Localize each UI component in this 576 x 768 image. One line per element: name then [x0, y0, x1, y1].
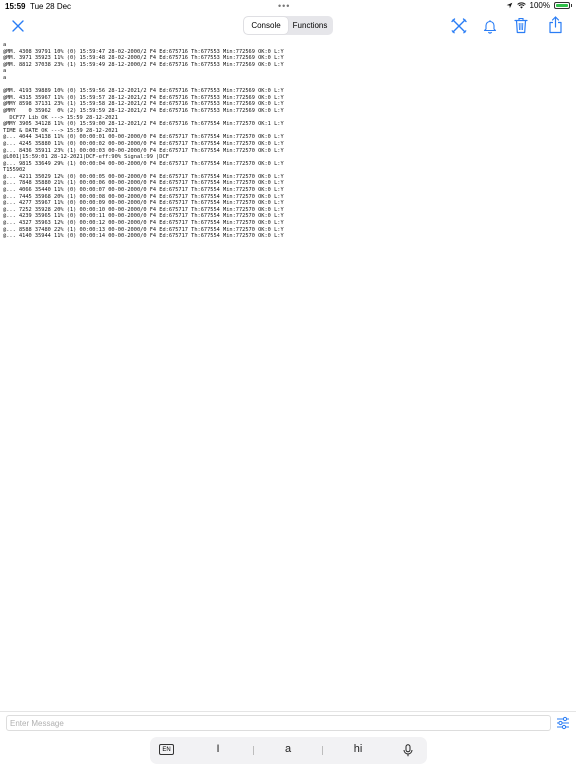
delete-button[interactable]: [510, 14, 532, 36]
keyboard-suggestion-bar: EN I a hi: [150, 737, 427, 764]
close-button[interactable]: [7, 15, 29, 37]
message-input[interactable]: [6, 715, 551, 731]
suggestion-1[interactable]: I: [203, 743, 233, 755]
dictation-button[interactable]: [403, 744, 413, 762]
microphone-icon: [403, 744, 413, 757]
status-indicators: 100%: [506, 1, 572, 10]
battery-fill: [556, 4, 568, 7]
tools-icon: [451, 18, 467, 34]
sliders-icon: [557, 716, 569, 730]
tab-console[interactable]: Console: [244, 17, 288, 34]
status-time: 15:59: [5, 2, 26, 11]
location-icon: [506, 2, 512, 9]
battery-percent: 100%: [529, 1, 550, 10]
status-bar: 15:59 Tue 28 Dec ••• 100%: [0, 0, 576, 14]
view-switcher: Console Functions: [243, 16, 333, 35]
message-bar: [0, 711, 576, 736]
tab-functions[interactable]: Functions: [288, 17, 332, 34]
notifications-button[interactable]: [479, 15, 501, 37]
keyboard-language-button[interactable]: EN: [159, 744, 174, 755]
trash-icon: [514, 17, 528, 33]
console-screen: 15:59 Tue 28 Dec ••• 100% Console Functi…: [0, 0, 576, 768]
suggestion-3[interactable]: hi: [343, 743, 373, 755]
suggestion-divider: [253, 746, 254, 755]
tools-button[interactable]: [448, 15, 470, 37]
status-date: Tue 28 Dec: [30, 2, 72, 11]
wifi-icon: [516, 2, 526, 9]
settings-sliders-button[interactable]: [556, 716, 570, 735]
console-output: a @MM. 4308 39791 10% (0) 15:59:47 28-02…: [3, 42, 284, 240]
close-icon: [12, 20, 24, 32]
share-icon: [548, 16, 562, 34]
bell-icon: [483, 19, 497, 34]
multitasking-dots-icon[interactable]: •••: [278, 1, 290, 11]
suggestion-2[interactable]: a: [273, 743, 303, 755]
toolbar: Console Functions: [0, 14, 576, 38]
suggestion-divider: [322, 746, 323, 755]
share-button[interactable]: [544, 14, 566, 36]
battery-icon: [554, 2, 572, 9]
